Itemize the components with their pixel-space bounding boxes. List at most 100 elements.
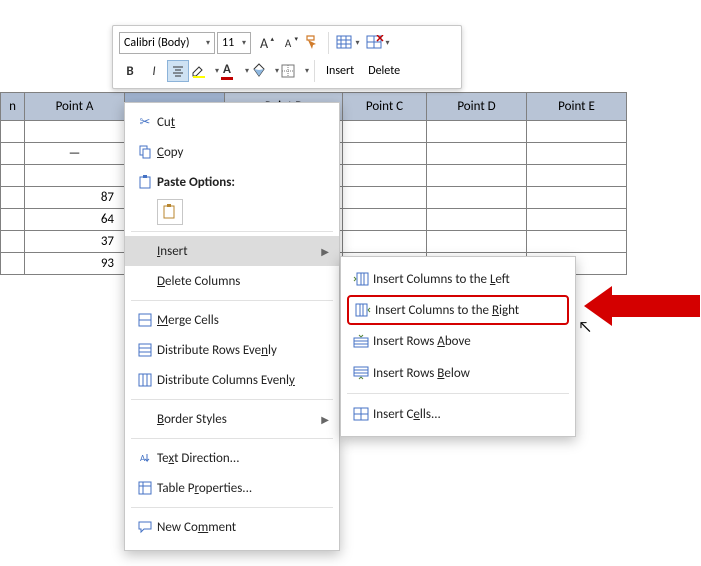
align-center-icon[interactable] xyxy=(167,60,189,82)
comment-icon xyxy=(133,520,157,534)
col-header[interactable]: Point C xyxy=(343,93,427,121)
separator xyxy=(328,32,329,54)
chevron-down-icon: ▾ xyxy=(245,66,249,76)
paste-keep-source-icon[interactable] xyxy=(157,199,183,225)
font-size-select[interactable]: 11 ▾ xyxy=(217,32,251,54)
col-header[interactable]: Point E xyxy=(527,93,627,121)
text-direction-item[interactable]: A Text Direction... xyxy=(125,443,339,473)
cell[interactable] xyxy=(427,165,527,187)
insert-rows-below-item[interactable]: Insert Rows Below xyxy=(341,357,575,389)
cell[interactable] xyxy=(343,231,427,253)
cell[interactable] xyxy=(343,187,427,209)
merge-cells-item[interactable]: Merge Cells xyxy=(125,305,339,335)
insert-cells-item[interactable]: Insert Cells... xyxy=(341,398,575,430)
cell[interactable] xyxy=(527,143,627,165)
cell[interactable] xyxy=(527,187,627,209)
bold-button[interactable]: B xyxy=(119,60,141,82)
insert-item[interactable]: Insert ▶ xyxy=(125,236,339,266)
cell[interactable] xyxy=(527,209,627,231)
col-header[interactable]: Point D xyxy=(427,93,527,121)
shading-icon[interactable]: ▾ xyxy=(251,60,279,82)
font-size-value: 11 xyxy=(222,36,234,50)
cell[interactable] xyxy=(427,121,527,143)
distribute-cols-icon xyxy=(133,373,157,387)
cell[interactable] xyxy=(343,209,427,231)
cell[interactable] xyxy=(343,143,427,165)
dist-cols-item[interactable]: Distribute Columns Evenly xyxy=(125,365,339,395)
insert-submenu: Insert Columns to the Left Insert Column… xyxy=(340,256,576,437)
copy-icon xyxy=(133,145,157,159)
cell[interactable]: 37 xyxy=(25,231,125,253)
insert-rows-above-icon xyxy=(349,334,373,348)
cell[interactable] xyxy=(25,121,125,143)
border-styles-label: Border Styles xyxy=(157,412,321,427)
table-properties-icon xyxy=(133,481,157,495)
insert-cols-left-item[interactable]: Insert Columns to the Left xyxy=(341,263,575,295)
border-styles-item[interactable]: Border Styles ▶ xyxy=(125,404,339,434)
cell[interactable] xyxy=(1,187,25,209)
cell[interactable]: — xyxy=(25,143,125,165)
svg-text:A: A xyxy=(140,453,146,464)
new-comment-item[interactable]: New Comment xyxy=(125,512,339,542)
cell[interactable] xyxy=(1,253,25,275)
borders-icon[interactable]: ▾ xyxy=(281,60,309,82)
insert-table-icon[interactable]: ▾ xyxy=(334,32,362,54)
insert-button[interactable]: Insert xyxy=(320,60,360,82)
font-name-select[interactable]: Calibri (Body)▾ xyxy=(119,32,215,54)
new-comment-label: New Comment xyxy=(157,520,329,535)
text-direction-icon: A xyxy=(133,451,157,465)
arrow-stem xyxy=(610,295,700,317)
chevron-down-icon: ▾ xyxy=(275,66,279,76)
cell[interactable] xyxy=(527,231,627,253)
grow-font-icon[interactable]: A▴ xyxy=(253,32,275,54)
format-painter-icon[interactable] xyxy=(301,32,323,54)
copy-item[interactable]: Copy xyxy=(125,137,339,167)
cell[interactable] xyxy=(1,165,25,187)
cell[interactable] xyxy=(427,231,527,253)
paste-options-row xyxy=(125,197,339,227)
merge-cells-icon xyxy=(133,313,157,327)
cell[interactable] xyxy=(343,165,427,187)
cell[interactable]: 93 xyxy=(25,253,125,275)
chevron-down-icon: ▾ xyxy=(242,38,246,48)
insert-cols-left-label: Insert Columns to the Left xyxy=(373,272,565,287)
cell[interactable] xyxy=(1,209,25,231)
cell[interactable] xyxy=(427,143,527,165)
shrink-font-icon[interactable]: A▾ xyxy=(277,32,299,54)
table-properties-label: Table Properties... xyxy=(157,481,329,496)
insert-rows-above-item[interactable]: Insert Rows Above xyxy=(341,325,575,357)
font-name-value: Calibri (Body) xyxy=(124,36,189,50)
table-properties-item[interactable]: Table Properties... xyxy=(125,473,339,503)
col-header[interactable]: n xyxy=(1,93,25,121)
cell[interactable] xyxy=(1,143,25,165)
highlight-color-icon[interactable]: ▾ xyxy=(191,60,219,82)
font-color-icon[interactable]: A▾ xyxy=(221,60,249,82)
divider xyxy=(131,507,333,508)
col-header[interactable]: Point A xyxy=(25,93,125,121)
dist-rows-item[interactable]: Distribute Rows Evenly xyxy=(125,335,339,365)
cell[interactable]: 87 xyxy=(25,187,125,209)
cell[interactable] xyxy=(1,121,25,143)
insert-cells-icon xyxy=(349,407,373,421)
delete-button[interactable]: Delete xyxy=(362,60,406,82)
cell[interactable] xyxy=(25,165,125,187)
cell[interactable] xyxy=(343,121,427,143)
insert-cols-right-item[interactable]: Insert Columns to the Right xyxy=(347,295,569,325)
delete-table-icon[interactable]: ▾ xyxy=(364,32,392,54)
merge-cells-label: Merge Cells xyxy=(157,313,329,328)
chevron-down-icon: ▾ xyxy=(355,38,359,48)
arrow-head-icon xyxy=(584,286,612,326)
mini-toolbar: Calibri (Body)▾ 11▾ A▴ A▾ ▾ ▾ B I ▾ A▾ ▾… xyxy=(112,25,462,89)
cut-item[interactable]: ✂ Cut xyxy=(125,107,339,137)
chevron-down-icon: ▾ xyxy=(385,38,389,48)
cell[interactable]: 64 xyxy=(25,209,125,231)
text-direction-label: Text Direction... xyxy=(157,451,329,466)
cell[interactable] xyxy=(527,121,627,143)
cell[interactable] xyxy=(527,165,627,187)
italic-button[interactable]: I xyxy=(143,60,165,82)
delete-columns-item[interactable]: Delete Columns xyxy=(125,266,339,296)
cell[interactable] xyxy=(1,231,25,253)
cell[interactable] xyxy=(427,209,527,231)
cell[interactable] xyxy=(427,187,527,209)
insert-rows-below-icon xyxy=(349,366,373,380)
